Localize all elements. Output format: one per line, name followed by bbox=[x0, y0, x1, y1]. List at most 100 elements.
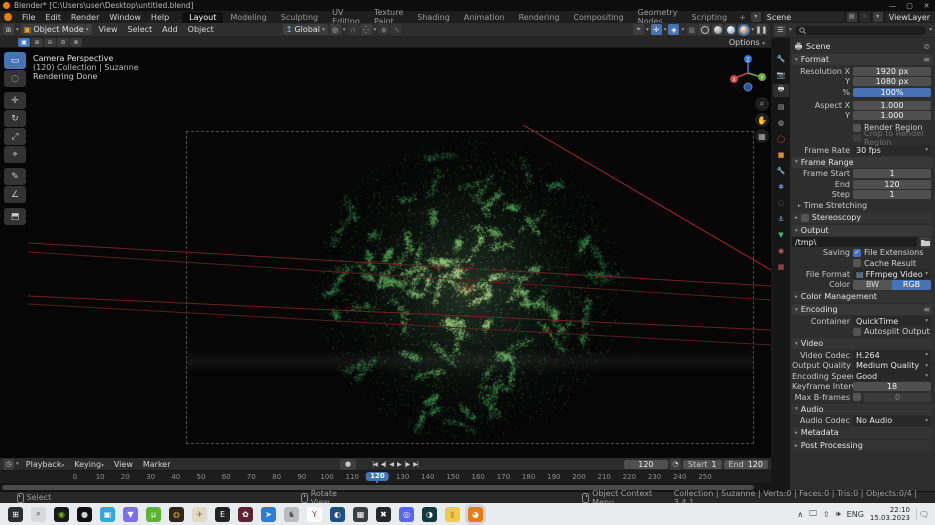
section-time-stretching[interactable]: Time Stretching bbox=[804, 201, 867, 210]
shading-solid-icon[interactable] bbox=[712, 24, 723, 35]
close-button[interactable]: ✕ bbox=[918, 2, 935, 10]
menu-render[interactable]: Render bbox=[66, 13, 104, 22]
crop-region-checkbox[interactable] bbox=[853, 134, 861, 142]
shading-rendered-icon[interactable] bbox=[738, 24, 749, 35]
aspect-x-field[interactable]: 1.000 bbox=[853, 101, 931, 110]
timeline-editor-icon[interactable]: ◷ bbox=[3, 459, 14, 470]
current-frame-indicator[interactable]: 120 bbox=[366, 472, 389, 481]
shading-material-icon[interactable] bbox=[725, 24, 736, 35]
folder-icon[interactable] bbox=[920, 237, 931, 248]
notification-center-icon[interactable]: 🗨 bbox=[916, 508, 931, 520]
taskbar-app-geforce[interactable]: ▦ bbox=[353, 507, 368, 522]
viewlayer-selector[interactable]: ViewLayer bbox=[886, 12, 935, 22]
taskbar-app-nvidia[interactable]: ◉ bbox=[54, 507, 69, 522]
workspace-tab-shading[interactable]: Shading bbox=[410, 12, 457, 23]
select-mode-intersect-icon[interactable]: ⊗ bbox=[70, 38, 82, 47]
section-video[interactable]: ▾Video bbox=[792, 338, 933, 349]
add-workspace-button[interactable]: + bbox=[734, 13, 751, 22]
tray-volume-icon[interactable]: 🕪 bbox=[836, 509, 841, 519]
tray-display-icon[interactable]: 🖵 bbox=[809, 509, 817, 519]
select-mode-subtract-icon[interactable]: ⊖ bbox=[44, 38, 56, 47]
frame-start-field-timeline[interactable]: Start1 bbox=[683, 460, 722, 469]
scene-browse-icon[interactable]: ▾ bbox=[751, 12, 761, 22]
stereoscopy-checkbox[interactable] bbox=[801, 214, 809, 222]
tray-language[interactable]: ENG bbox=[847, 510, 864, 519]
breadcrumb-label[interactable]: Scene bbox=[806, 42, 830, 51]
navigation-gizmo[interactable]: Z X Y bbox=[728, 54, 768, 94]
properties-tab-object-data[interactable]: ▼ bbox=[773, 228, 789, 241]
frame-step-field[interactable]: 1 bbox=[853, 190, 931, 199]
properties-tab-output[interactable]: 🖶 bbox=[773, 84, 789, 97]
tray-expand-icon[interactable]: ∧ bbox=[797, 510, 803, 519]
file-format-dropdown[interactable]: ▤FFmpeg Video▾ bbox=[853, 269, 931, 279]
tool-move[interactable]: ✛ bbox=[4, 92, 26, 109]
render-region-checkbox[interactable] bbox=[853, 124, 861, 132]
orientation-dropdown[interactable]: ↥ Global ▾ bbox=[283, 24, 328, 35]
timeline-ruler[interactable]: 0102030405060708090100110130140150160170… bbox=[0, 471, 771, 483]
taskbar-app-discord[interactable]: ◎ bbox=[399, 507, 414, 522]
taskbar-app-windows-start[interactable]: ⊞ bbox=[8, 507, 23, 522]
resolution-y-field[interactable]: 1080 px bbox=[853, 77, 931, 86]
color-rgb-button[interactable]: RGB bbox=[892, 280, 931, 290]
menu-file[interactable]: File bbox=[17, 13, 40, 22]
viewport-menu-object[interactable]: Object bbox=[183, 25, 219, 34]
properties-tab-texture[interactable]: ▦ bbox=[773, 260, 789, 273]
properties-tab-particles[interactable]: ✱ bbox=[773, 180, 789, 193]
output-path-field[interactable]: /tmp\ bbox=[792, 237, 917, 247]
pause-render-button[interactable]: ❚❚ bbox=[756, 24, 767, 35]
auto-keying-record-button[interactable]: ● bbox=[340, 459, 356, 470]
workspace-tab-sculpting[interactable]: Sculpting bbox=[274, 12, 325, 23]
output-quality-dropdown[interactable]: Medium Quality▾ bbox=[853, 361, 931, 371]
encoding-presets-icon[interactable]: ≡ bbox=[923, 305, 930, 314]
section-frame-range[interactable]: ▾Frame Range bbox=[792, 157, 933, 168]
frame-end-field-timeline[interactable]: End120 bbox=[724, 460, 768, 469]
select-mode-extend-icon[interactable]: ⊕ bbox=[31, 38, 43, 47]
taskbar-app-honeygain[interactable]: ◍ bbox=[169, 507, 184, 522]
menu-help[interactable]: Help bbox=[146, 13, 174, 22]
taskbar-app-media-player[interactable]: ● bbox=[77, 507, 92, 522]
properties-tab-tool[interactable]: 🔧 bbox=[773, 52, 789, 65]
autosplit-checkbox[interactable] bbox=[853, 328, 861, 336]
viewport-menu-select[interactable]: Select bbox=[122, 25, 157, 34]
properties-search-input[interactable] bbox=[795, 26, 926, 35]
show-object-types-icon[interactable]: ⌖ bbox=[633, 24, 644, 35]
tool-rotate[interactable]: ↻ bbox=[4, 110, 26, 127]
taskbar-app-game-launcher[interactable]: ✿ bbox=[238, 507, 253, 522]
max-bframes-checkbox[interactable] bbox=[853, 393, 861, 401]
taskbar-app-swirl-dark[interactable]: ◑ bbox=[422, 507, 437, 522]
select-mode-new-icon[interactable]: ▣ bbox=[18, 38, 30, 47]
taskbar-app-steam-gray[interactable]: ♞ bbox=[284, 507, 299, 522]
timeline-menu-marker[interactable]: Marker bbox=[138, 460, 176, 469]
jump-to-end-button[interactable]: ▶| bbox=[411, 461, 420, 468]
section-encoding[interactable]: ▾Encoding≡ bbox=[792, 304, 933, 315]
section-metadata[interactable]: ▸Metadata bbox=[792, 427, 933, 438]
current-frame-field[interactable]: 120 bbox=[624, 460, 668, 469]
tool-measure[interactable]: ∠ bbox=[4, 186, 26, 203]
max-bframes-field[interactable]: 0 bbox=[864, 393, 931, 402]
aspect-y-field[interactable]: 1.000 bbox=[853, 111, 931, 120]
minimize-button[interactable]: — bbox=[884, 2, 901, 10]
tool-scale[interactable]: ⤢ bbox=[4, 128, 26, 145]
resolution-percentage-slider[interactable]: 100% bbox=[853, 88, 931, 97]
color-bw-button[interactable]: BW bbox=[853, 280, 892, 290]
section-output[interactable]: ▾Output bbox=[792, 225, 933, 236]
tool-add-cube[interactable]: ⬒ bbox=[4, 208, 26, 225]
workspace-tab-scripting[interactable]: Scripting bbox=[684, 12, 734, 23]
section-audio[interactable]: ▾Audio bbox=[792, 404, 933, 415]
properties-tab-material[interactable]: ◉ bbox=[773, 244, 789, 257]
section-post-processing[interactable]: ▸Post Processing bbox=[792, 440, 933, 451]
editor-type-caret[interactable]: ▾ bbox=[16, 27, 19, 33]
pin-icon[interactable]: ⊘ bbox=[923, 42, 933, 51]
options-dropdown[interactable]: Options ▾ bbox=[729, 38, 771, 47]
overlays-toggle-icon[interactable]: ◈ bbox=[668, 24, 679, 35]
scene-selector[interactable]: Scene bbox=[764, 12, 844, 22]
frame-start-field[interactable]: 1 bbox=[853, 169, 931, 178]
taskbar-app-utorrent[interactable]: µ bbox=[146, 507, 161, 522]
keyframe-interval-field[interactable]: 18 bbox=[853, 382, 931, 391]
snap-target-icon[interactable]: ⁛ bbox=[361, 24, 372, 35]
taskbar-app-telegram[interactable]: ➤ bbox=[261, 507, 276, 522]
maximize-button[interactable]: ▢ bbox=[901, 2, 918, 10]
properties-tab-physics[interactable]: ◌ bbox=[773, 196, 789, 209]
tray-clock[interactable]: 22:10 15.03.2023 bbox=[870, 506, 910, 522]
tool-select-box[interactable]: ▭ bbox=[4, 52, 26, 69]
